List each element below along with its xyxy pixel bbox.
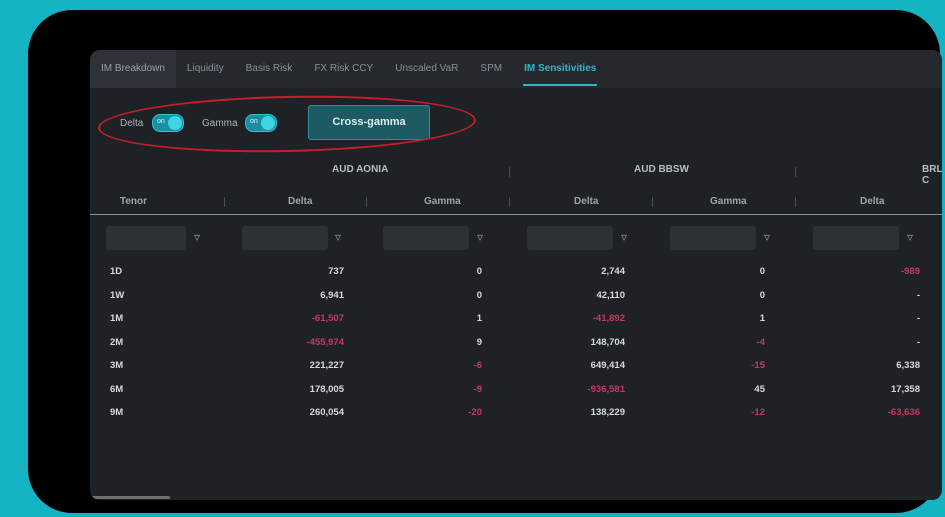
cell-value: 138,229 xyxy=(590,407,625,418)
header-tenor[interactable]: Tenor xyxy=(120,196,147,207)
cell-value: -989 xyxy=(900,266,920,277)
tablet-frame: IM Breakdown Liquidity Basis Risk FX Ris… xyxy=(28,10,942,513)
cell-value: -9 xyxy=(473,383,482,395)
cell-value: - xyxy=(916,313,920,324)
group-brl: BRL C xyxy=(922,164,942,186)
cell-value: 0 xyxy=(759,289,765,301)
cell-value: 6,338 xyxy=(896,360,920,371)
column-separator xyxy=(509,197,510,207)
column-separator xyxy=(224,197,225,207)
cell-value: 42,110 xyxy=(596,289,625,301)
cell-value: 0 xyxy=(476,266,482,277)
filter-input-gamma[interactable] xyxy=(670,226,756,250)
cell-value: 1 xyxy=(476,313,482,324)
cell-value: -12 xyxy=(751,407,765,418)
filter-icon[interactable]: ▿ xyxy=(477,230,483,244)
cell-tenor: 1M xyxy=(110,313,124,324)
header-delta[interactable]: Delta xyxy=(288,196,312,207)
group-aud-aonia: AUD AONIA xyxy=(332,164,389,175)
cell-tenor: 3M xyxy=(110,360,124,371)
cell-tenor: 2M xyxy=(110,336,124,348)
horizontal-scrollbar[interactable] xyxy=(90,495,942,500)
cell-tenor: 1W xyxy=(110,289,125,301)
cell-value: 260,054 xyxy=(309,407,344,418)
filter-row: ▿ ▿ ▿ ▿ ▿ ▿ xyxy=(90,222,942,256)
filter-icon[interactable]: ▿ xyxy=(907,230,913,244)
column-separator xyxy=(795,197,796,207)
cell-value: -61,507 xyxy=(311,313,344,324)
filter-input-delta[interactable] xyxy=(527,226,613,250)
scrollbar-thumb[interactable] xyxy=(90,496,170,499)
cell-value: 0 xyxy=(476,289,482,301)
app-screen: IM Breakdown Liquidity Basis Risk FX Ris… xyxy=(90,50,942,500)
column-separator xyxy=(652,197,653,207)
filter-icon[interactable]: ▿ xyxy=(194,230,200,244)
cell-value: 45 xyxy=(754,383,765,395)
column-separator xyxy=(795,167,796,177)
cell-value: 178,005 xyxy=(309,383,344,395)
cell-tenor: 1D xyxy=(110,266,123,277)
filter-input-delta[interactable] xyxy=(242,226,328,250)
header-gamma[interactable]: Gamma xyxy=(710,196,747,207)
cell-value: -20 xyxy=(468,407,482,418)
table-body: 1D 737 0 2,744 0 -989 1W 6,941 0 42,110 0 - 1M -61,50… xyxy=(90,260,942,425)
cell-value: 148,704 xyxy=(590,336,625,348)
cell-tenor: 6M xyxy=(110,383,124,395)
cell-value: -15 xyxy=(751,360,765,371)
cell-value: -41,892 xyxy=(592,313,625,324)
filter-icon[interactable]: ▿ xyxy=(764,230,770,244)
tab-fx-risk-ccy[interactable]: FX Risk CCY xyxy=(303,50,384,88)
cell-value: -4 xyxy=(756,336,765,348)
cell-value: 649,414 xyxy=(590,360,625,371)
cell-value: 737 xyxy=(328,266,344,277)
column-separator xyxy=(366,197,367,207)
cell-value: -936,581 xyxy=(587,383,625,395)
table-row[interactable]: 2M -455,974 9 148,704 -4 - xyxy=(90,331,942,355)
cell-tenor: 9M xyxy=(110,407,124,418)
cell-value: 9 xyxy=(476,336,482,348)
header-gamma[interactable]: Gamma xyxy=(424,196,461,207)
filter-icon[interactable]: ▿ xyxy=(335,230,341,244)
tab-im-breakdown[interactable]: IM Breakdown xyxy=(90,50,176,88)
column-separator xyxy=(509,167,510,177)
cell-value: - xyxy=(916,336,920,348)
group-aud-bbsw: AUD BBSW xyxy=(634,164,689,175)
cell-value: 2,744 xyxy=(601,266,625,277)
cell-value: -6 xyxy=(473,360,482,371)
table-row[interactable]: 1W 6,941 0 42,110 0 - xyxy=(90,284,942,308)
filter-input-tenor[interactable] xyxy=(106,226,186,250)
header-delta[interactable]: Delta xyxy=(574,196,598,207)
table-row[interactable]: 6M 178,005 -9 -936,581 45 17,358 xyxy=(90,378,942,402)
cell-value: 17,358 xyxy=(890,383,920,395)
filter-icon[interactable]: ▿ xyxy=(621,230,627,244)
red-highlight-ellipse xyxy=(97,92,477,156)
table-row[interactable]: 1D 737 0 2,744 0 -989 xyxy=(90,260,942,284)
cell-value: 0 xyxy=(759,266,765,277)
cell-value: -455,974 xyxy=(306,336,344,348)
tab-unscaled-var[interactable]: Unscaled VaR xyxy=(384,50,469,88)
cell-value: 6,941 xyxy=(320,289,344,301)
table-row[interactable]: 9M 260,054 -20 138,229 -12 -63,636 xyxy=(90,401,942,425)
filter-input-delta[interactable] xyxy=(813,226,899,250)
tab-im-sensitivities[interactable]: IM Sensitivities xyxy=(513,50,607,88)
table-row[interactable]: 3M 221,227 -6 649,414 -15 6,338 xyxy=(90,354,942,378)
header-delta[interactable]: Delta xyxy=(860,196,884,207)
column-group-header: AUD AONIA AUD BBSW BRL C xyxy=(90,160,942,186)
cell-value: - xyxy=(916,289,920,301)
cell-value: 1 xyxy=(759,313,765,324)
tab-bar: IM Breakdown Liquidity Basis Risk FX Ris… xyxy=(90,50,942,88)
tab-basis-risk[interactable]: Basis Risk xyxy=(235,50,304,88)
column-header-row: Tenor Delta Gamma Delta Gamma Delta xyxy=(90,186,942,215)
tab-spm[interactable]: SPM xyxy=(469,50,513,88)
cell-value: 221,227 xyxy=(309,360,344,371)
cell-value: -63,636 xyxy=(887,407,920,418)
table-row[interactable]: 1M -61,507 1 -41,892 1 - xyxy=(90,307,942,331)
filter-input-gamma[interactable] xyxy=(383,226,469,250)
tab-liquidity[interactable]: Liquidity xyxy=(176,50,235,88)
